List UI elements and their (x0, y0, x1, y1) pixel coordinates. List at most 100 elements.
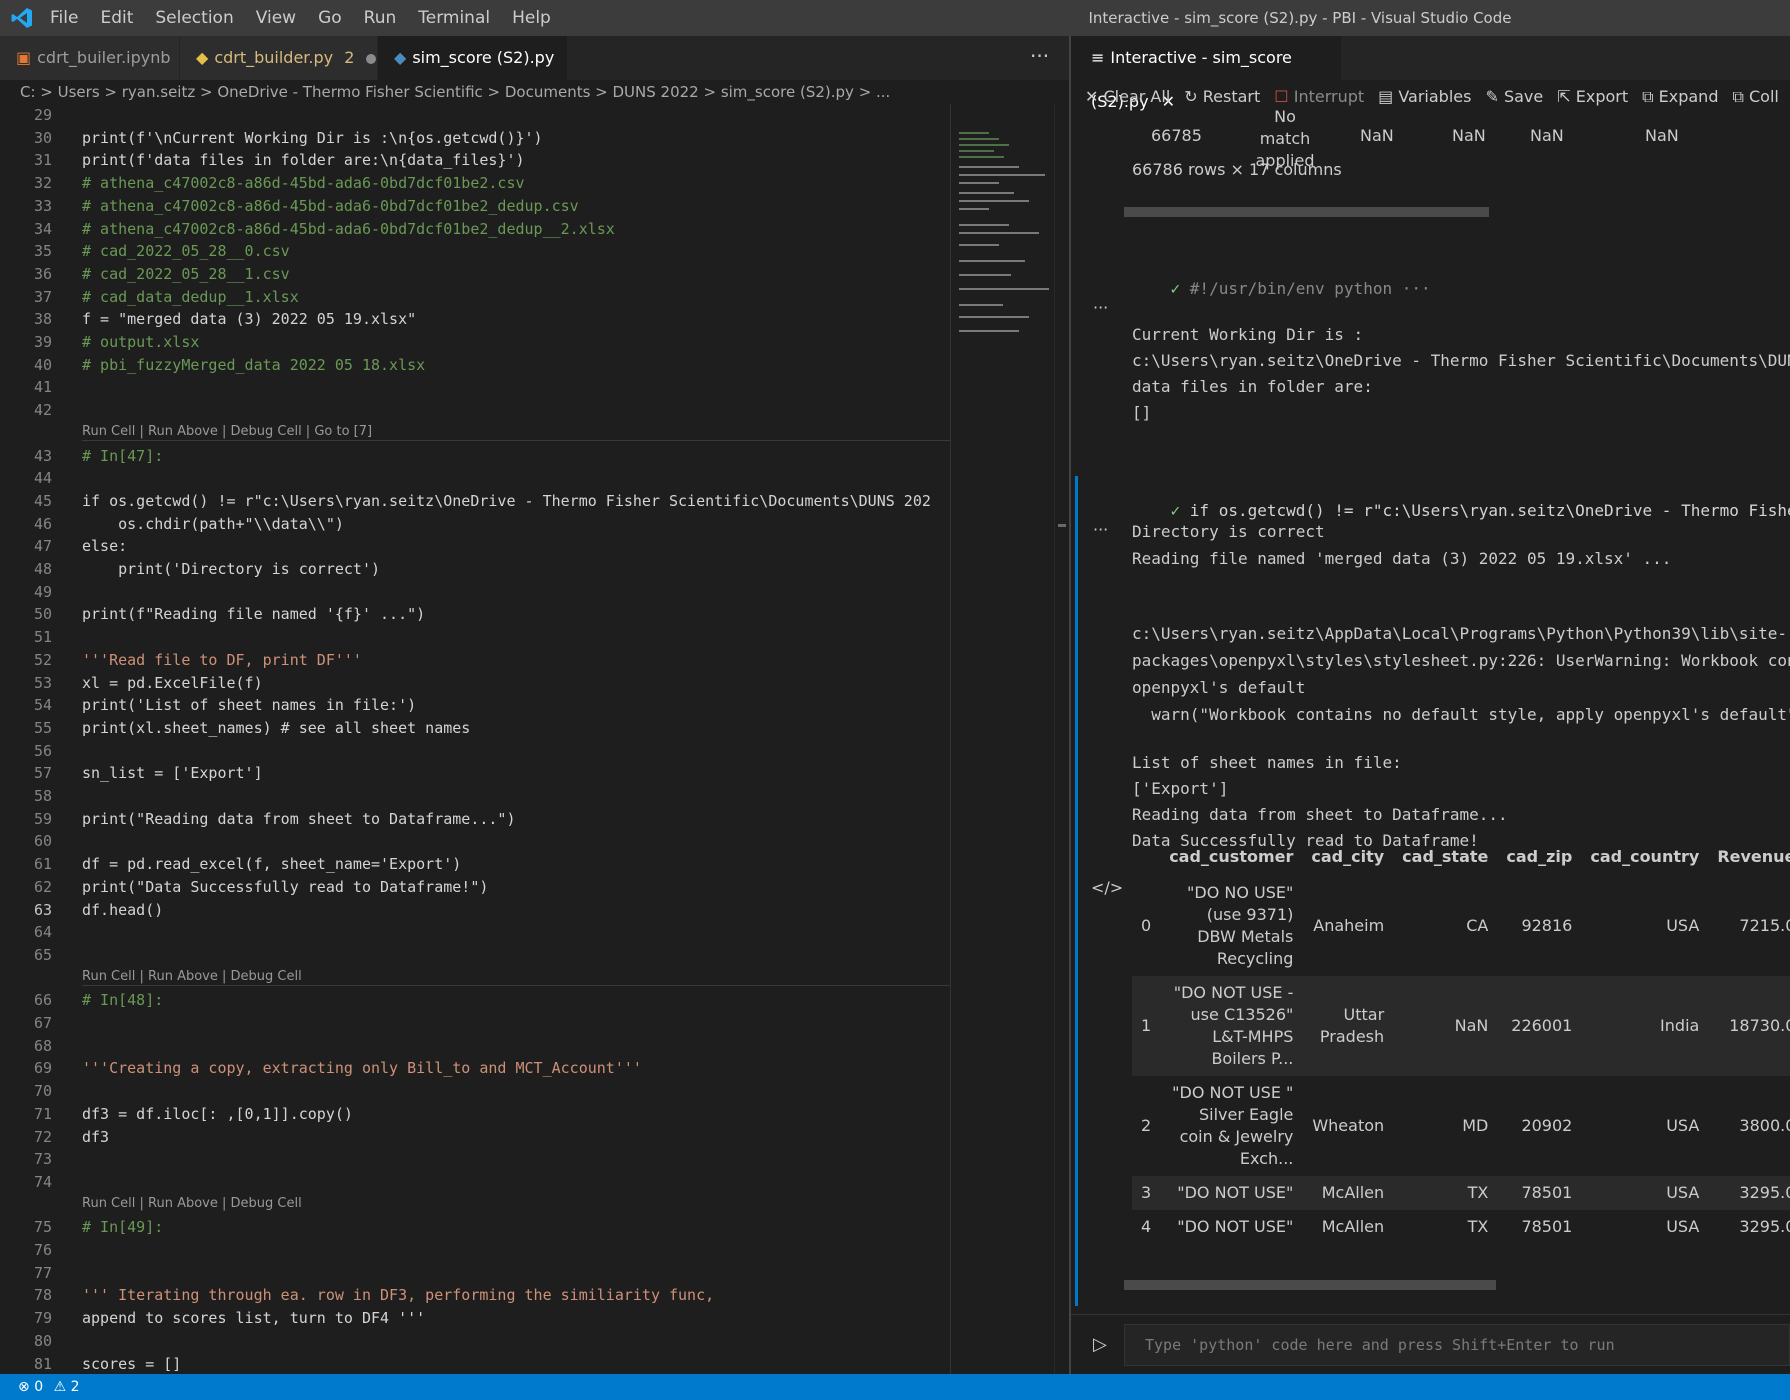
code-line[interactable]: print(f'data files in folder are:\n{data… (82, 151, 525, 169)
window-title: Interactive - sim_score (S2).py - PBI - … (1088, 9, 1512, 27)
expand-icon: ⧉ (1642, 87, 1659, 106)
variables-icon: ▤ (1378, 87, 1399, 106)
code-line[interactable]: print("Data Successfully read to Datafra… (82, 878, 488, 896)
code-line[interactable]: df.head() (82, 901, 163, 919)
code-line[interactable]: '''Creating a copy, extracting only Bill… (82, 1059, 642, 1077)
code-line[interactable]: print(xl.sheet_names) # see all sheet na… (82, 719, 470, 737)
close-icon: ✕ (1085, 87, 1104, 106)
unsaved-dot-icon (366, 53, 377, 64)
line-number: 69 (33, 1059, 52, 1078)
line-number: 65 (33, 945, 52, 964)
line-number: 46 (33, 514, 52, 533)
tab-cdrt-builder-py[interactable]: ◆ cdrt_builder.py 2 (180, 36, 378, 80)
problems-indicator[interactable]: ⊗ 0 ⚠ 2 (18, 1379, 80, 1395)
minimap[interactable] (950, 104, 1055, 1374)
table-cell: 4 (1141, 1217, 1152, 1236)
line-number: 61 (33, 855, 52, 874)
menu-go[interactable]: Go (318, 0, 342, 36)
code-line[interactable]: xl = pd.ExcelFile(f) (82, 674, 263, 692)
codelens[interactable]: Run Cell | Run Above | Debug Cell (82, 969, 302, 984)
codelens[interactable]: Run Cell | Run Above | Debug Cell (82, 1196, 302, 1211)
code-line[interactable]: append to scores list, turn to DF4 ''' (82, 1309, 425, 1327)
code-line[interactable]: sn_list = ['Export'] (82, 764, 263, 782)
codelens[interactable]: Run Cell | Run Above | Debug Cell | Go t… (82, 424, 372, 439)
line-number: 50 (33, 605, 52, 624)
menu-selection[interactable]: Selection (155, 0, 233, 36)
code-line[interactable]: if os.getcwd() != r"c:\Users\ryan.seitz\… (82, 492, 931, 510)
code-line[interactable]: df = pd.read_excel(f, sheet_name='Export… (82, 855, 461, 873)
tab-interactive[interactable]: ≡ Interactive - sim_score (S2).py ✕ (1071, 36, 1341, 111)
code-editor[interactable]: 29 30 print(f'\nCurrent Working Dir is :\n… (0, 104, 950, 1374)
cell-header-1[interactable]: ✓ #!/usr/bin/env python ··· (1132, 260, 1431, 317)
code-line[interactable]: df3 (82, 1128, 109, 1146)
code-line[interactable]: ''' Iterating through ea. row in DF3, pe… (82, 1286, 714, 1304)
code-line[interactable]: print(f'\nCurrent Working Dir is :\n{os.… (82, 129, 543, 147)
code-line[interactable]: # athena_c47002c8-a86d-45bd-ada6-0bd7dcf… (82, 197, 579, 215)
code-line[interactable]: print("Reading data from sheet to Datafr… (82, 810, 515, 828)
table-cell: USA (1581, 1176, 1709, 1210)
line-number: 36 (33, 264, 52, 283)
line-number: 41 (33, 378, 52, 397)
menu-edit[interactable]: Edit (100, 0, 133, 36)
code-line[interactable]: # pbi_fuzzyMerged_data 2022 05 18.xlsx (82, 356, 425, 374)
horizontal-scrollbar[interactable] (1124, 207, 1489, 217)
line-number: 55 (33, 718, 52, 737)
line-number: 74 (33, 1172, 52, 1191)
menu-view[interactable]: View (256, 0, 296, 36)
editor-scrollbar[interactable] (1054, 104, 1069, 1374)
run-icon[interactable]: ▷ (1093, 1334, 1107, 1355)
line-number: 37 (33, 287, 52, 306)
table-header: cad_city (1311, 846, 1385, 866)
scrollbar-thumb[interactable] (1058, 524, 1066, 527)
code-line[interactable]: # output.xlsx (82, 333, 199, 351)
tab-sim-score-py[interactable]: ◆ sim_score (S2).py (378, 36, 568, 108)
line-number: 39 (33, 333, 52, 351)
table-cell: 3800.0 (1739, 1116, 1790, 1135)
line-number: 32 (33, 174, 52, 193)
line-number: 49 (33, 582, 52, 601)
table-header: cad_zip (1506, 846, 1573, 866)
line-number: 53 (33, 673, 52, 692)
code-line[interactable]: # athena_c47002c8-a86d-45bd-ada6-0bd7dcf… (82, 220, 615, 238)
selected-cell-indicator (1075, 476, 1078, 1306)
code-line[interactable]: # athena_c47002c8-a86d-45bd-ada6-0bd7dcf… (82, 174, 525, 192)
code-line[interactable]: # cad_2022_05_28__1.csv (82, 265, 290, 283)
menu-run[interactable]: Run (364, 0, 397, 36)
code-line[interactable]: df3 = df.iloc[: ,[0,1]].copy() (82, 1105, 353, 1123)
table-cell: 7215.0 (1739, 916, 1790, 935)
error-icon: ⊗ (18, 1379, 35, 1395)
table-header (1132, 836, 1160, 876)
code-line[interactable]: else: (82, 537, 127, 555)
table-cell: 3295.0 (1708, 1176, 1790, 1210)
menu-terminal[interactable]: Terminal (418, 0, 490, 36)
table-cell: "DO NOT USE" (1177, 1217, 1294, 1236)
code-line[interactable]: '''Read file to DF, print DF''' (82, 651, 362, 669)
code-line[interactable]: scores = [] (82, 1355, 181, 1373)
line-number: 58 (33, 787, 52, 805)
table-cell: 3 (1132, 1176, 1161, 1210)
code-line[interactable]: print('Directory is correct') (82, 560, 380, 578)
code-icon[interactable]: </> (1091, 878, 1123, 897)
menu-file[interactable]: File (50, 0, 78, 36)
more-actions-icon[interactable]: ··· (1030, 44, 1049, 68)
code-line[interactable]: # In[47]: (82, 447, 163, 465)
code-line[interactable]: print('List of sheet names in file:') (82, 696, 416, 714)
more-icon[interactable]: ··· (1093, 520, 1108, 539)
menu-help[interactable]: Help (512, 0, 551, 36)
breadcrumb[interactable]: C: > Users > ryan.seitz > OneDrive - The… (0, 80, 1069, 104)
table-cell: USA (1666, 1217, 1700, 1236)
code-line[interactable]: f = "merged data (3) 2022 05 19.xlsx" (82, 310, 416, 328)
table-horizontal-scrollbar[interactable] (1124, 1280, 1496, 1290)
code-line[interactable]: # In[48]: (82, 991, 163, 1009)
tab-cdrt-builer-ipynb[interactable]: ▣ cdrt_builer.ipynb (0, 36, 180, 80)
more-icon[interactable]: ··· (1093, 298, 1108, 317)
code-line[interactable]: # In[49]: (82, 1218, 163, 1236)
table-cell: McAllen (1302, 1176, 1394, 1210)
line-number: 54 (33, 696, 52, 715)
code-line[interactable]: os.chdir(path+"\\data\\") (82, 515, 344, 533)
code-line[interactable]: print(f"Reading file named '{f}' ...") (82, 605, 425, 623)
code-line[interactable]: # cad_2022_05_28__0.csv (82, 242, 290, 260)
code-line[interactable]: # cad_data_dedup__1.xlsx (82, 288, 299, 306)
dataframe-table: cad_customer cad_city cad_state cad_zip cad_… (1132, 836, 1790, 1244)
code-input[interactable]: Type 'python' code here and press Shift+… (1124, 1324, 1790, 1366)
